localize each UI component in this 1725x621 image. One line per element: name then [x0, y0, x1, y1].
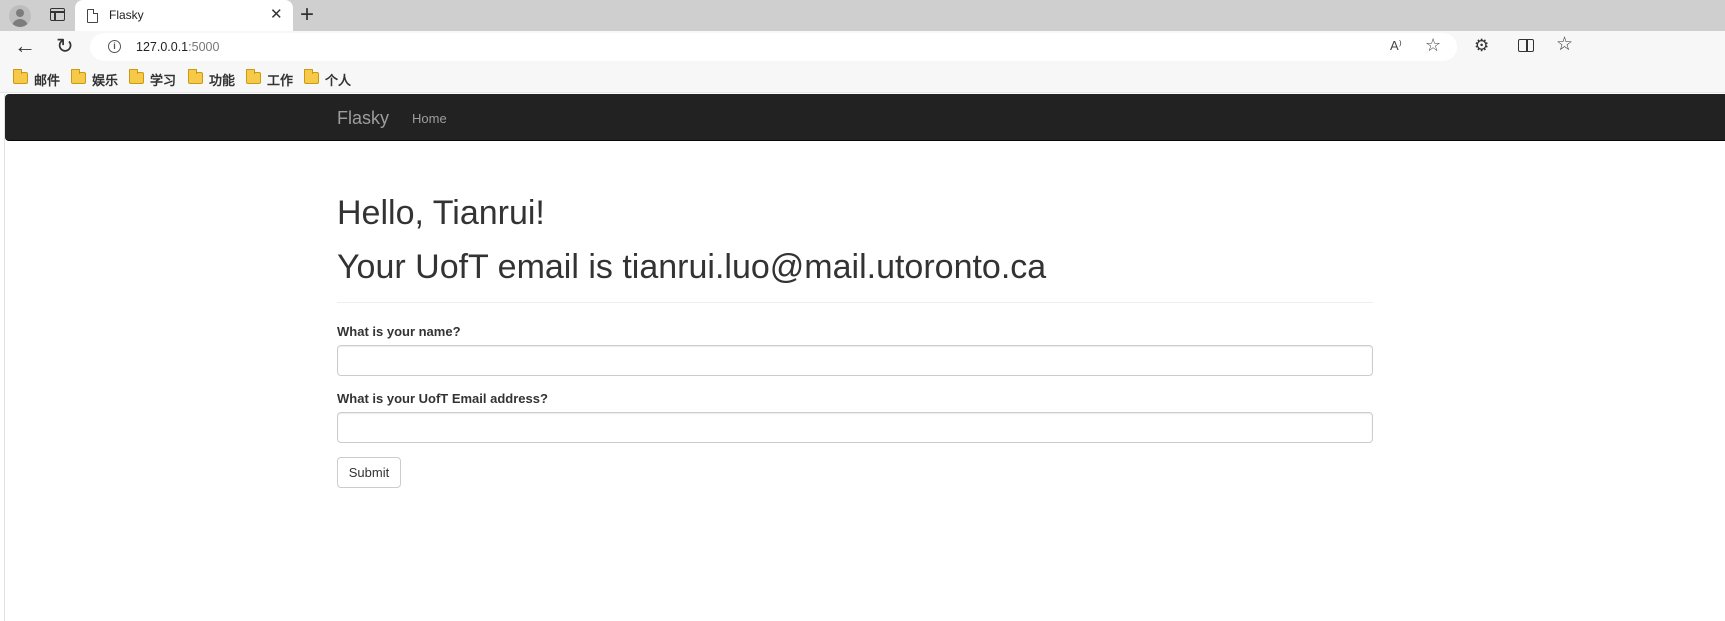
reload-icon[interactable]: ↻: [56, 34, 74, 59]
url-port: :5000: [188, 40, 220, 54]
bookmark-label: 工作: [267, 73, 294, 88]
browser-tab-strip: Flasky ✕ +: [0, 0, 1725, 31]
address-bar[interactable]: i 127.0.0.1:5000 A⁾ ☆: [90, 33, 1457, 61]
back-icon[interactable]: ←: [14, 33, 36, 59]
plus-icon[interactable]: +: [300, 2, 314, 28]
name-input[interactable]: [337, 345, 1373, 376]
navbar: Flasky Home: [5, 94, 1725, 141]
bookmarks-bar: 邮件 娱乐 学习 功能 工作 个人: [0, 63, 1725, 93]
submit-button[interactable]: Submit: [337, 457, 401, 488]
folder-icon: [71, 69, 86, 84]
header-divider: [337, 302, 1373, 303]
read-aloud-icon[interactable]: A⁾: [1390, 38, 1402, 54]
email-field-label: What is your UofT Email address?: [337, 391, 548, 406]
tab-actions-icon[interactable]: [50, 8, 65, 21]
nav-link-home[interactable]: Home: [412, 111, 447, 126]
bookmark-label: 邮件: [34, 73, 61, 88]
url-host: 127.0.0.1: [136, 40, 189, 54]
extensions-icon[interactable]: ⚙: [1474, 36, 1489, 56]
folder-icon: [188, 69, 203, 84]
email-input[interactable]: [337, 412, 1373, 443]
browser-toolbar: ← ↻ i 127.0.0.1:5000 A⁾ ☆ ⚙ ☆: [0, 31, 1725, 63]
folder-icon: [129, 69, 144, 84]
favorites-icon[interactable]: ☆: [1556, 33, 1573, 56]
bookmark-label: 功能: [209, 73, 236, 88]
favorite-star-icon[interactable]: ☆: [1425, 35, 1441, 56]
bookmark-label: 个人: [325, 73, 352, 88]
close-icon[interactable]: ✕: [270, 6, 283, 24]
split-screen-icon[interactable]: [1518, 39, 1534, 52]
email-heading: Your UofT email is tianrui.luo@mail.utor…: [337, 248, 1047, 286]
url-text[interactable]: 127.0.0.1:5000: [136, 40, 219, 54]
page-title: Hello, Tianrui!: [337, 194, 545, 232]
web-page: Flasky Home Hello, Tianrui! Your UofT em…: [4, 94, 1725, 621]
browser-tab[interactable]: Flasky ✕: [75, 0, 293, 31]
folder-icon: [13, 69, 28, 84]
bookmark-label: 学习: [150, 73, 177, 88]
tab-title: Flasky: [109, 8, 144, 22]
bookmark-label: 娱乐: [92, 73, 119, 88]
folder-icon: [246, 69, 261, 84]
name-field-label: What is your name?: [337, 324, 461, 339]
info-icon[interactable]: i: [108, 40, 121, 53]
navbar-brand[interactable]: Flasky: [337, 108, 389, 129]
folder-icon: [304, 69, 319, 84]
profile-icon[interactable]: [9, 5, 31, 27]
page-favicon: [87, 9, 98, 23]
